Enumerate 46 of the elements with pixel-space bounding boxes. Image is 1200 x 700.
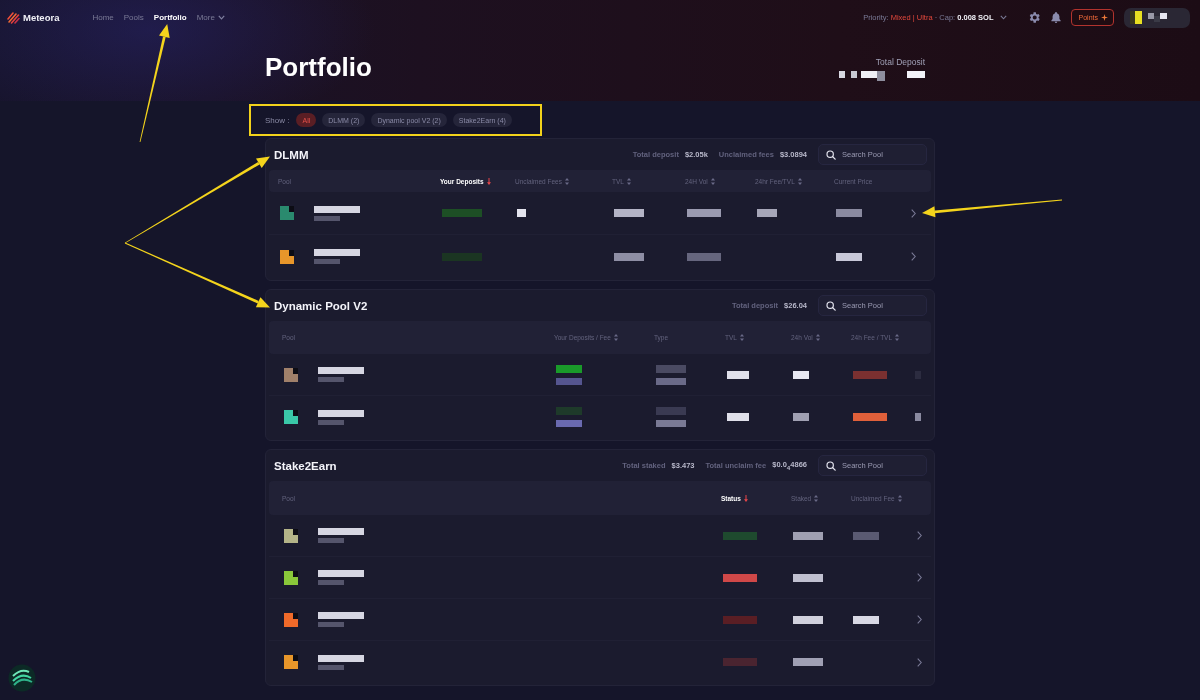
pixelated-block [318,538,344,543]
chevron-icon[interactable] [916,531,922,540]
section-title: Dynamic Pool V2 [274,299,368,312]
pixelated-avatar [1130,11,1142,24]
caret-icon [999,15,1007,20]
pixelated-block [318,570,364,577]
pixelated-block [318,419,344,425]
section-title: Stake2Earn [274,459,337,472]
pixelated-block [314,249,360,256]
chevron-icon[interactable] [916,573,922,582]
pixelated-block [318,664,344,670]
striped-logo-icon[interactable] [7,11,20,24]
pixelated-block [314,215,340,221]
chevron-icon[interactable] [911,208,916,218]
pixelated-block [318,377,344,382]
chevron-icon[interactable] [916,657,922,667]
striped-circle-icon[interactable] [8,664,36,692]
pixelated-block [318,612,364,619]
settings-icon[interactable] [1028,12,1040,23]
chevron-icon[interactable] [911,252,916,261]
sparkle-icon [1101,14,1108,21]
search-icon [826,300,836,311]
filter-label: Show : [265,115,290,125]
pixelated-block [314,205,360,213]
nav-link[interactable]: Home [92,13,114,22]
pixelated-block [318,622,344,627]
chevron-icon[interactable] [916,615,922,624]
caret-icon [217,15,225,20]
pixelated-block [318,367,364,374]
nav-link[interactable]: More [196,13,225,22]
wallet-button[interactable] [1124,7,1190,28]
total-deposit-label: Total Deposit [875,57,925,67]
pixelated-block [318,580,344,585]
pixelated-block [318,654,364,662]
search-icon [826,149,836,160]
section-title: DLMM [274,148,309,161]
pixelated-block [318,528,364,535]
nav-link[interactable]: Portfolio [153,13,187,22]
pixelated-block [318,409,364,417]
page-title: Portfolio [265,52,372,82]
pixelated-block [1148,12,1167,23]
pixelated-block [314,259,340,264]
brand-name[interactable]: Meteora [23,12,60,23]
bell-icon[interactable] [1050,12,1061,23]
nav-link[interactable]: Pools [123,13,144,22]
search-icon [826,460,836,471]
